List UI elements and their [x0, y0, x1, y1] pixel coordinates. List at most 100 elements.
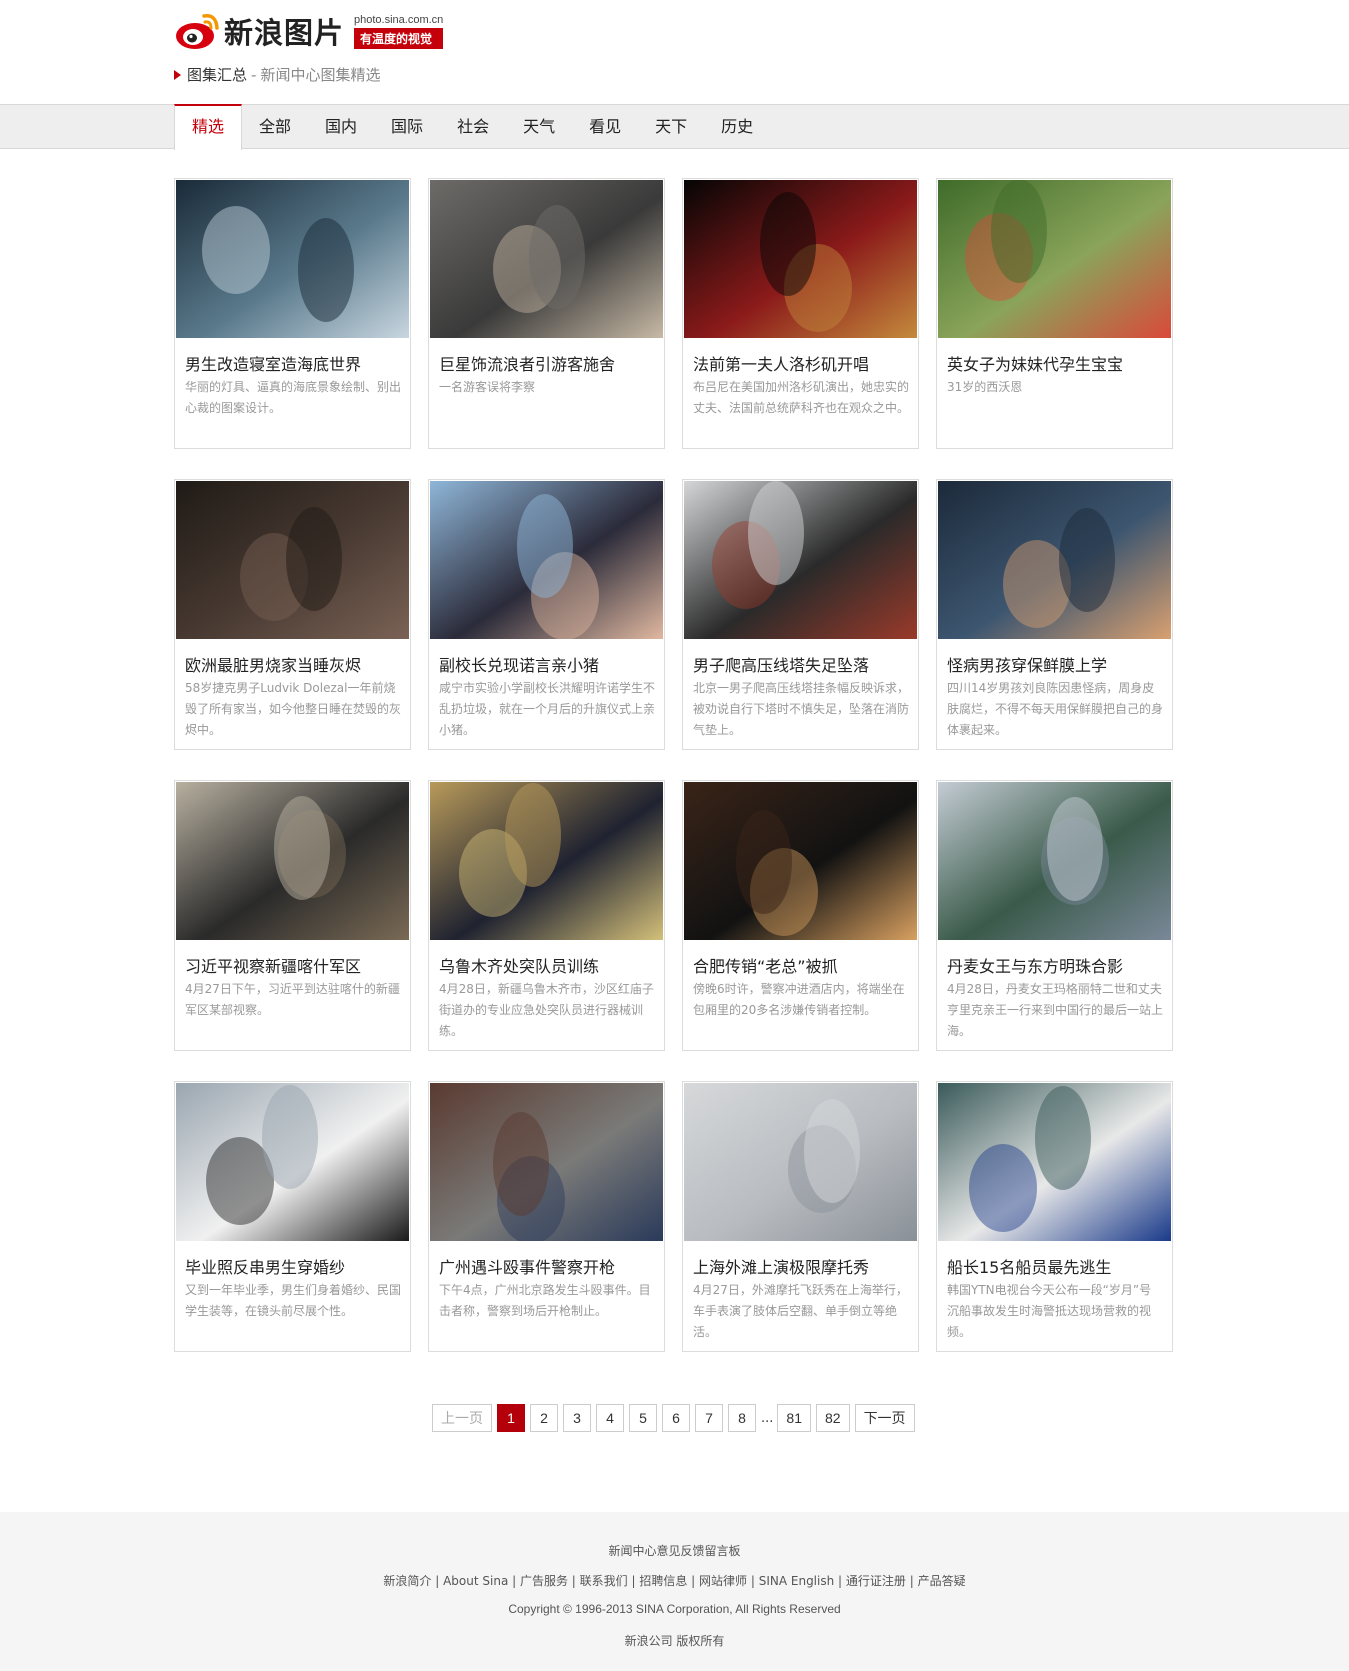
- gallery-card[interactable]: 欧洲最脏男烧家当睡灰烬 58岁捷克男子Ludvik Dolezal一年前烧毁了所有…: [174, 479, 411, 750]
- tab-6[interactable]: 看见: [572, 104, 638, 149]
- gallery-title[interactable]: 副校长兑现诺言亲小猪: [439, 652, 599, 676]
- gallery-card[interactable]: 副校长兑现诺言亲小猪 咸宁市实验小学副校长洪耀明许诺学生不乱扔垃圾，就在一个月后的…: [428, 479, 665, 750]
- tab-1[interactable]: 全部: [242, 104, 308, 149]
- owner-text: 新浪公司 版权所有: [624, 1634, 725, 1648]
- gallery-title[interactable]: 法前第一夫人洛杉矶开唱: [693, 351, 869, 375]
- gallery-thumbnail[interactable]: [684, 1083, 917, 1241]
- gallery-thumbnail[interactable]: [684, 180, 917, 338]
- gallery-thumbnail[interactable]: [938, 180, 1171, 338]
- gallery-thumbnail[interactable]: [684, 782, 917, 940]
- gallery-card[interactable]: 男生改造寝室造海底世界 华丽的灯具、逼真的海底景象绘制、别出心裁的图案设计。: [174, 178, 411, 449]
- gallery-card[interactable]: 船长15名船员最先逃生韩国YTN电视台今天公布一段“岁月”号沉船事故发生时海警抵…: [936, 1081, 1173, 1352]
- gallery-card[interactable]: 上海外滩上演极限摩托秀 4月27日，外滩摩托飞跃秀在上海举行，车手表演了肢体后空翻…: [682, 1081, 919, 1352]
- gallery-description: 58岁捷克男子Ludvik Dolezal一年前烧毁了所有家当，如今他整日睡在焚…: [185, 681, 402, 737]
- gallery-title[interactable]: 毕业照反串男生穿婚纱: [185, 1254, 345, 1278]
- gallery-thumbnail[interactable]: [176, 481, 409, 639]
- page-5-button[interactable]: 5: [629, 1404, 657, 1432]
- gallery-card[interactable]: 巨星饰流浪者引游客施舍一名游客误将李察: [428, 178, 665, 449]
- footer-link[interactable]: 产品答疑: [918, 1574, 966, 1588]
- gallery-card[interactable]: 合肥传销“老总”被抓 傍晚6时许，警察冲进酒店内，将端坐在包厢里的20多名涉嫌传销…: [682, 780, 919, 1051]
- gallery-thumbnail[interactable]: [430, 1083, 663, 1241]
- logo-slogan: 有温度的视觉: [354, 27, 444, 49]
- footer-link[interactable]: 网站律师: [699, 1574, 747, 1588]
- page-81-button[interactable]: 81: [777, 1404, 811, 1432]
- tab-8[interactable]: 历史: [704, 104, 770, 149]
- site-logo[interactable]: 新浪图片 photo.sina.com.cn 有温度的视觉: [174, 10, 444, 52]
- gallery-description: 31岁的西沃恩: [947, 380, 1023, 394]
- footer-links: 新浪简介 | About Sina | 广告服务 | 联系我们 | 招聘信息 |…: [0, 1572, 1349, 1589]
- gallery-thumbnail[interactable]: [938, 1083, 1171, 1241]
- gallery-thumbnail[interactable]: [430, 782, 663, 940]
- gallery-title[interactable]: 丹麦女王与东方明珠合影: [947, 953, 1123, 977]
- logo-url: photo.sina.com.cn: [354, 13, 444, 26]
- tab-5[interactable]: 天气: [506, 104, 572, 149]
- next-page-button[interactable]: 下一页: [854, 1404, 915, 1432]
- gallery-title[interactable]: 习近平视察新疆喀什军区: [185, 953, 361, 977]
- gallery-title[interactable]: 合肥传销“老总”被抓: [693, 953, 838, 977]
- gallery-card[interactable]: 法前第一夫人洛杉矶开唱 布吕尼在美国加州洛杉矶演出，她忠实的丈夫、法国前总统萨科齐…: [682, 178, 919, 449]
- gallery-card[interactable]: 习近平视察新疆喀什军区 4月27日下午，习近平到达驻喀什的新疆军区某部视察。: [174, 780, 411, 1051]
- page-1-button[interactable]: 1: [497, 1404, 525, 1432]
- footer-link[interactable]: SINA English: [759, 1574, 835, 1588]
- page-4-button[interactable]: 4: [596, 1404, 624, 1432]
- footer-link[interactable]: 广告服务: [520, 1574, 568, 1588]
- category-nav: 精选 全部 国内 国际 社会 天气 看见 天下 历史: [0, 104, 1349, 150]
- gallery-title[interactable]: 怪病男孩穿保鲜膜上学: [947, 652, 1107, 676]
- gallery-thumbnail[interactable]: [176, 1083, 409, 1241]
- gallery-thumbnail[interactable]: [430, 481, 663, 639]
- gallery-thumbnail[interactable]: [430, 180, 663, 338]
- gallery-thumbnail[interactable]: [176, 180, 409, 338]
- gallery-title[interactable]: 广州遇斗殴事件警察开枪: [439, 1254, 615, 1278]
- gallery-title[interactable]: 上海外滩上演极限摩托秀: [693, 1254, 869, 1278]
- gallery-card[interactable]: 乌鲁木齐处突队员训练 4月28日，新疆乌鲁木齐市，沙区红庙子街道办的专业应急处突队…: [428, 780, 665, 1051]
- breadcrumb-sub: 新闻中心图集精选: [260, 66, 381, 84]
- gallery-card[interactable]: 男子爬高压线塔失足坠落北京一男子爬高压线塔挂条幅反映诉求，被劝说自行下塔时不慎失…: [682, 479, 919, 750]
- gallery-title[interactable]: 船长15名船员最先逃生: [947, 1254, 1111, 1278]
- page-footer: 新闻中心意见反馈留言板 新浪简介 | About Sina | 广告服务 | 联…: [0, 1512, 1349, 1671]
- tab-7[interactable]: 天下: [638, 104, 704, 149]
- logo-text: 新浪图片: [224, 16, 345, 50]
- gallery-card[interactable]: 怪病男孩穿保鲜膜上学四川14岁男孩刘良陈因患怪病，周身皮肤腐烂，不得不每天用保鲜…: [936, 479, 1173, 750]
- page-3-button[interactable]: 3: [563, 1404, 591, 1432]
- page-2-button[interactable]: 2: [530, 1404, 558, 1432]
- tab-0[interactable]: 精选: [174, 104, 243, 150]
- gallery-description: 四川14岁男孩刘良陈因患怪病，周身皮肤腐烂，不得不每天用保鲜膜把自己的身体裹起来…: [947, 681, 1164, 737]
- page-6-button[interactable]: 6: [662, 1404, 690, 1432]
- gallery-title[interactable]: 男子爬高压线塔失足坠落: [693, 652, 869, 676]
- gallery-description: 4月27日下午，习近平到达驻喀什的新疆军区某部视察。: [185, 982, 400, 1017]
- gallery-description: 北京一男子爬高压线塔挂条幅反映诉求，被劝说自行下塔时不慎失足，坠落在消防气垫上。: [693, 681, 910, 737]
- breadcrumb-main[interactable]: 图集汇总: [187, 64, 247, 85]
- page-8-button[interactable]: 8: [728, 1404, 756, 1432]
- footer-link[interactable]: 新浪简介: [383, 1574, 431, 1588]
- footer-link[interactable]: 通行证注册: [846, 1574, 906, 1588]
- gallery-thumbnail[interactable]: [176, 782, 409, 940]
- page-7-button[interactable]: 7: [695, 1404, 723, 1432]
- gallery-description: 一名游客误将李察: [439, 380, 536, 394]
- gallery-title[interactable]: 男生改造寝室造海底世界: [185, 351, 361, 375]
- footer-separator: |: [431, 1574, 444, 1588]
- gallery-thumbnail[interactable]: [938, 782, 1171, 940]
- breadcrumb: 图集汇总 - 新闻中心图集精选: [174, 64, 380, 85]
- tab-4[interactable]: 社会: [440, 104, 506, 149]
- sina-eye-icon: [174, 12, 220, 50]
- gallery-thumbnail[interactable]: [938, 481, 1171, 639]
- gallery-card[interactable]: 英女子为妹妹代孕生宝宝 31岁的西沃恩: [936, 178, 1173, 449]
- feedback-link[interactable]: 新闻中心意见反馈留言板: [608, 1544, 740, 1558]
- gallery-title[interactable]: 乌鲁木齐处突队员训练: [439, 953, 599, 977]
- footer-separator: |: [567, 1574, 580, 1588]
- gallery-thumbnail[interactable]: [684, 481, 917, 639]
- footer-link[interactable]: About Sina: [443, 1574, 508, 1588]
- gallery-card[interactable]: 广州遇斗殴事件警察开枪 下午4点，广州北京路发生斗殴事件。目击者称，警察到场后开枪…: [428, 1081, 665, 1352]
- footer-link[interactable]: 联系我们: [580, 1574, 628, 1588]
- tab-2[interactable]: 国内: [308, 104, 374, 149]
- gallery-description: 韩国YTN电视台今天公布一段“岁月”号沉船事故发生时海警抵达现场营救的视频。: [947, 1283, 1152, 1339]
- footer-link[interactable]: 招聘信息: [639, 1574, 687, 1588]
- gallery-title[interactable]: 欧洲最脏男烧家当睡灰烬: [185, 652, 361, 676]
- pagination: 上一页 1 2 3 4 5 6 7 8... 81 82 下一页: [432, 1404, 920, 1432]
- gallery-title[interactable]: 英女子为妹妹代孕生宝宝: [947, 351, 1123, 375]
- gallery-title[interactable]: 巨星饰流浪者引游客施舍: [439, 351, 615, 375]
- gallery-card[interactable]: 毕业照反串男生穿婚纱 又到一年毕业季，男生们身着婚纱、民国学生装等，在镜头前尽展个…: [174, 1081, 411, 1352]
- page-82-button[interactable]: 82: [815, 1404, 850, 1432]
- gallery-card[interactable]: 丹麦女王与东方明珠合影 4月28日，丹麦女王玛格丽特二世和丈夫亨里克亲王一行来到中…: [936, 780, 1173, 1051]
- tab-3[interactable]: 国际: [374, 104, 440, 149]
